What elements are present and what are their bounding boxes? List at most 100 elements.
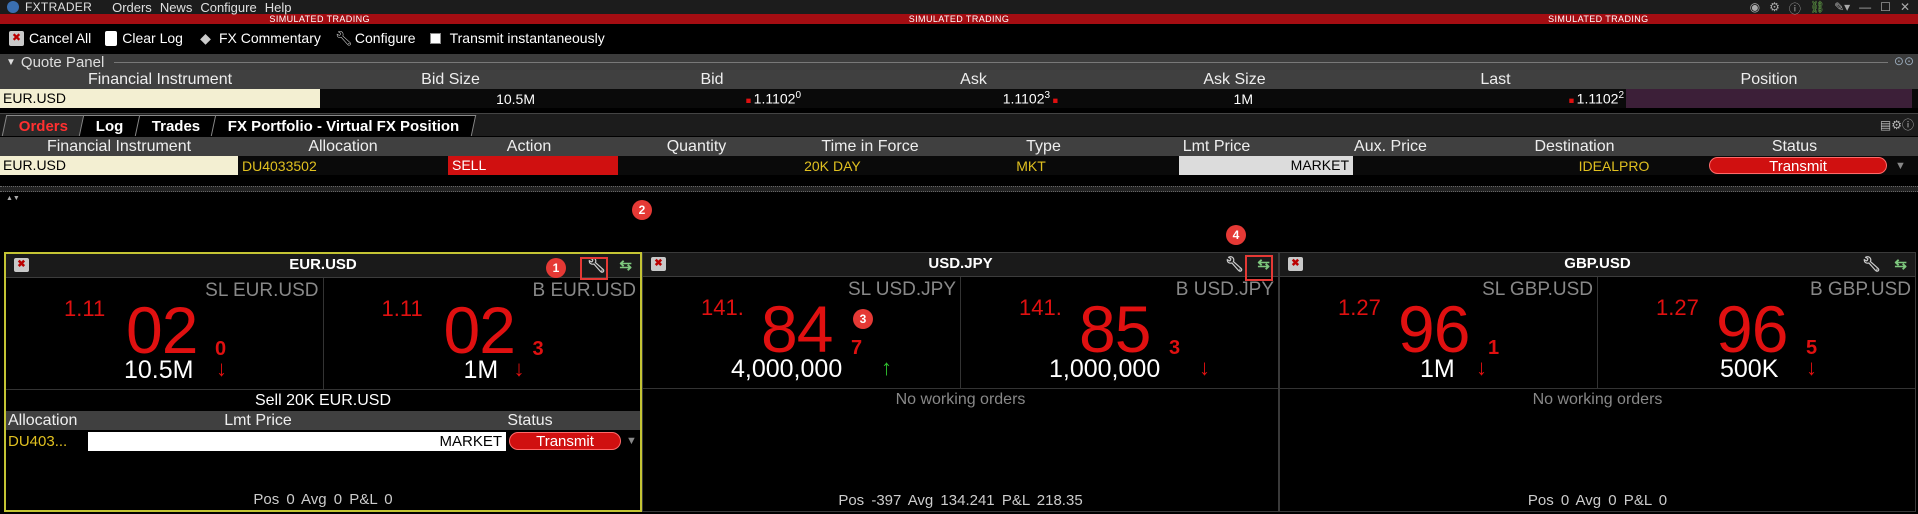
transmit-button[interactable]: Transmit: [1709, 157, 1887, 175]
col-header[interactable]: Allocation: [238, 138, 448, 156]
card-header: ✖ GBP.USD 🔧︎ ⇆: [1280, 253, 1915, 277]
order-tif[interactable]: DAY: [833, 158, 883, 174]
transmit-checkbox[interactable]: [429, 32, 441, 44]
col-header: Status: [507, 411, 553, 429]
chevron-down-icon[interactable]: ▼: [1895, 160, 1906, 172]
sell-side[interactable]: SL EUR.USD 1.11 02 0 10.5M ↓: [6, 278, 324, 389]
col-header[interactable]: Action: [448, 138, 610, 156]
transmit-instant-toggle[interactable]: Transmit instantaneously: [429, 30, 605, 46]
sell-side[interactable]: SL USD.JPY 141. 84 7 4,000,000 ↑: [643, 277, 961, 388]
sell-label: SL USD.JPY: [847, 279, 956, 300]
trading-card-eurusd[interactable]: ✖ EUR.USD 🔧︎ ⇆ SL EUR.USD 1.11 02 0 10.5…: [4, 252, 642, 512]
gear-icon[interactable]: ⚙: [1769, 0, 1780, 17]
close-icon[interactable]: ✕: [1900, 0, 1910, 17]
info-icon[interactable]: ⓘ: [1789, 0, 1801, 17]
card-transmit-button[interactable]: Transmit: [509, 432, 621, 450]
cancel-all-button[interactable]: ✖ Cancel All: [9, 30, 91, 46]
col-header[interactable]: Aux. Price: [1303, 138, 1478, 156]
col-header[interactable]: Time in Force: [783, 138, 957, 156]
card-order-lmt[interactable]: MARKET: [88, 431, 506, 451]
col-header[interactable]: Financial Instrument: [0, 138, 238, 156]
down-arrow-icon: ↓: [513, 356, 525, 381]
pin-icon[interactable]: ✎▾: [1834, 0, 1850, 17]
wrench-icon[interactable]: 🔧︎: [1862, 254, 1881, 276]
cancel-icon[interactable]: ✖: [1288, 257, 1303, 271]
callout-badge: 4: [1226, 225, 1246, 245]
buy-side[interactable]: B USD.JPY 141. 85 3 1,000,000 ↓: [961, 277, 1278, 388]
callout-badge: 2: [632, 200, 652, 220]
buy-side[interactable]: B GBP.USD 1.27 96 5 500K ↓: [1598, 277, 1915, 388]
callout-badge: 3: [853, 309, 873, 329]
wrench-icon: 🔧︎: [334, 29, 353, 46]
menu-help[interactable]: Help: [265, 0, 292, 15]
menu-configure[interactable]: Configure: [200, 0, 256, 15]
quote-row[interactable]: EUR.USD 10.5M ■ 1.11020 1.11023 ■ 1M ■ 1…: [0, 89, 1918, 108]
col-header[interactable]: Ask: [843, 71, 1104, 89]
clear-log-button[interactable]: Clear Log: [105, 30, 183, 46]
quote-bid: ■ 1.11020: [745, 90, 801, 107]
order-allocation[interactable]: DU4033502: [238, 158, 448, 174]
down-arrow-icon: ↓: [1806, 355, 1817, 380]
link-icon[interactable]: ⛓: [1810, 0, 1825, 17]
quote-last: ■ 1.11022: [1568, 90, 1624, 107]
cancel-icon[interactable]: ✖: [651, 257, 666, 271]
clear-log-label: Clear Log: [122, 30, 183, 46]
card-order-alloc[interactable]: DU403...: [6, 433, 88, 450]
col-header[interactable]: Bid Size: [320, 71, 581, 89]
quote-instrument[interactable]: EUR.USD: [0, 89, 320, 108]
trading-card-gbpusd[interactable]: ✖ GBP.USD 🔧︎ ⇆ SL GBP.USD 1.27 96 1 1M ↓…: [1279, 252, 1916, 512]
quote-panel-header: ▼ Quote Panel ⊙⊙: [0, 53, 1918, 71]
col-header[interactable]: Bid: [581, 71, 843, 89]
col-header[interactable]: Lmt Price: [1130, 138, 1303, 156]
menu-news[interactable]: News: [160, 0, 193, 15]
order-quantity[interactable]: 20K: [618, 158, 833, 174]
menu-orders[interactable]: Orders: [112, 0, 152, 15]
tab-fx-portfolio[interactable]: FX Portfolio - Virtual FX Position: [210, 115, 477, 136]
cancel-icon: ✖: [9, 30, 24, 46]
orders-tools-icon[interactable]: ▤⚙ⓘ: [1880, 116, 1914, 133]
wrench-icon[interactable]: 🔧︎: [1225, 254, 1244, 276]
transmit-instant-label: Transmit instantaneously: [449, 30, 605, 46]
col-header[interactable]: Quantity: [610, 138, 783, 156]
fx-commentary-button[interactable]: ◆ FX Commentary: [197, 30, 321, 46]
splitter[interactable]: ▲▼: [0, 186, 1918, 202]
splitter-arrows-icon: ▲▼: [6, 195, 20, 202]
tab-log[interactable]: Log: [78, 115, 141, 136]
chevron-down-icon[interactable]: ▼: [626, 435, 637, 447]
col-header[interactable]: Position: [1626, 71, 1912, 89]
card-order-row[interactable]: DU403... MARKET Transmit ▼: [6, 431, 640, 451]
col-header[interactable]: Type: [957, 138, 1130, 156]
collapse-icon[interactable]: ▼: [6, 57, 16, 68]
sell-side[interactable]: SL GBP.USD 1.27 96 1 1M ↓: [1280, 277, 1598, 388]
tab-trades[interactable]: Trades: [134, 115, 218, 136]
quote-table-header: Financial Instrument Bid Size Bid Ask As…: [0, 70, 1918, 89]
order-row[interactable]: EUR.USD DU4033502 SELL 20K DAY MKT MARKE…: [0, 156, 1918, 175]
col-header[interactable]: Last: [1365, 71, 1626, 89]
panel-options-icon[interactable]: ⊙⊙: [1894, 54, 1914, 68]
col-header[interactable]: Destination: [1478, 138, 1671, 156]
maximize-icon[interactable]: ☐: [1880, 0, 1891, 17]
minimize-icon[interactable]: —: [1859, 0, 1871, 17]
col-header[interactable]: Ask Size: [1104, 71, 1365, 89]
swap-icon[interactable]: ⇆: [619, 255, 632, 277]
buy-size: 1M: [463, 356, 499, 384]
col-header[interactable]: Status: [1671, 138, 1918, 156]
lock-icon[interactable]: ◉: [1750, 0, 1760, 17]
order-destination[interactable]: IDEALPRO: [1529, 158, 1699, 174]
configure-button[interactable]: 🔧︎ Configure: [335, 30, 416, 46]
order-instrument[interactable]: EUR.USD: [0, 156, 238, 175]
swap-icon[interactable]: ⇆: [1894, 254, 1907, 276]
trading-card-usdjpy[interactable]: ✖ USD.JPY 🔧︎ ⇆ SL USD.JPY 141. 84 7 4,00…: [642, 252, 1279, 512]
buy-side[interactable]: B EUR.USD 1.11 02 3 1M ↓: [324, 278, 641, 389]
tab-orders[interactable]: Orders: [1, 115, 86, 136]
order-type[interactable]: MKT: [883, 158, 1179, 174]
commentary-icon: ◆: [200, 29, 211, 46]
order-action[interactable]: SELL: [448, 156, 618, 175]
cancel-icon[interactable]: ✖: [14, 258, 29, 272]
order-lmt-price[interactable]: MARKET: [1179, 156, 1353, 175]
down-arrow-icon: ↓: [216, 356, 227, 381]
quote-position: [1626, 89, 1912, 108]
buy-label: B USD.JPY: [1175, 279, 1274, 300]
quote-panel-title: Quote Panel: [20, 53, 105, 71]
col-header[interactable]: Financial Instrument: [0, 71, 320, 89]
